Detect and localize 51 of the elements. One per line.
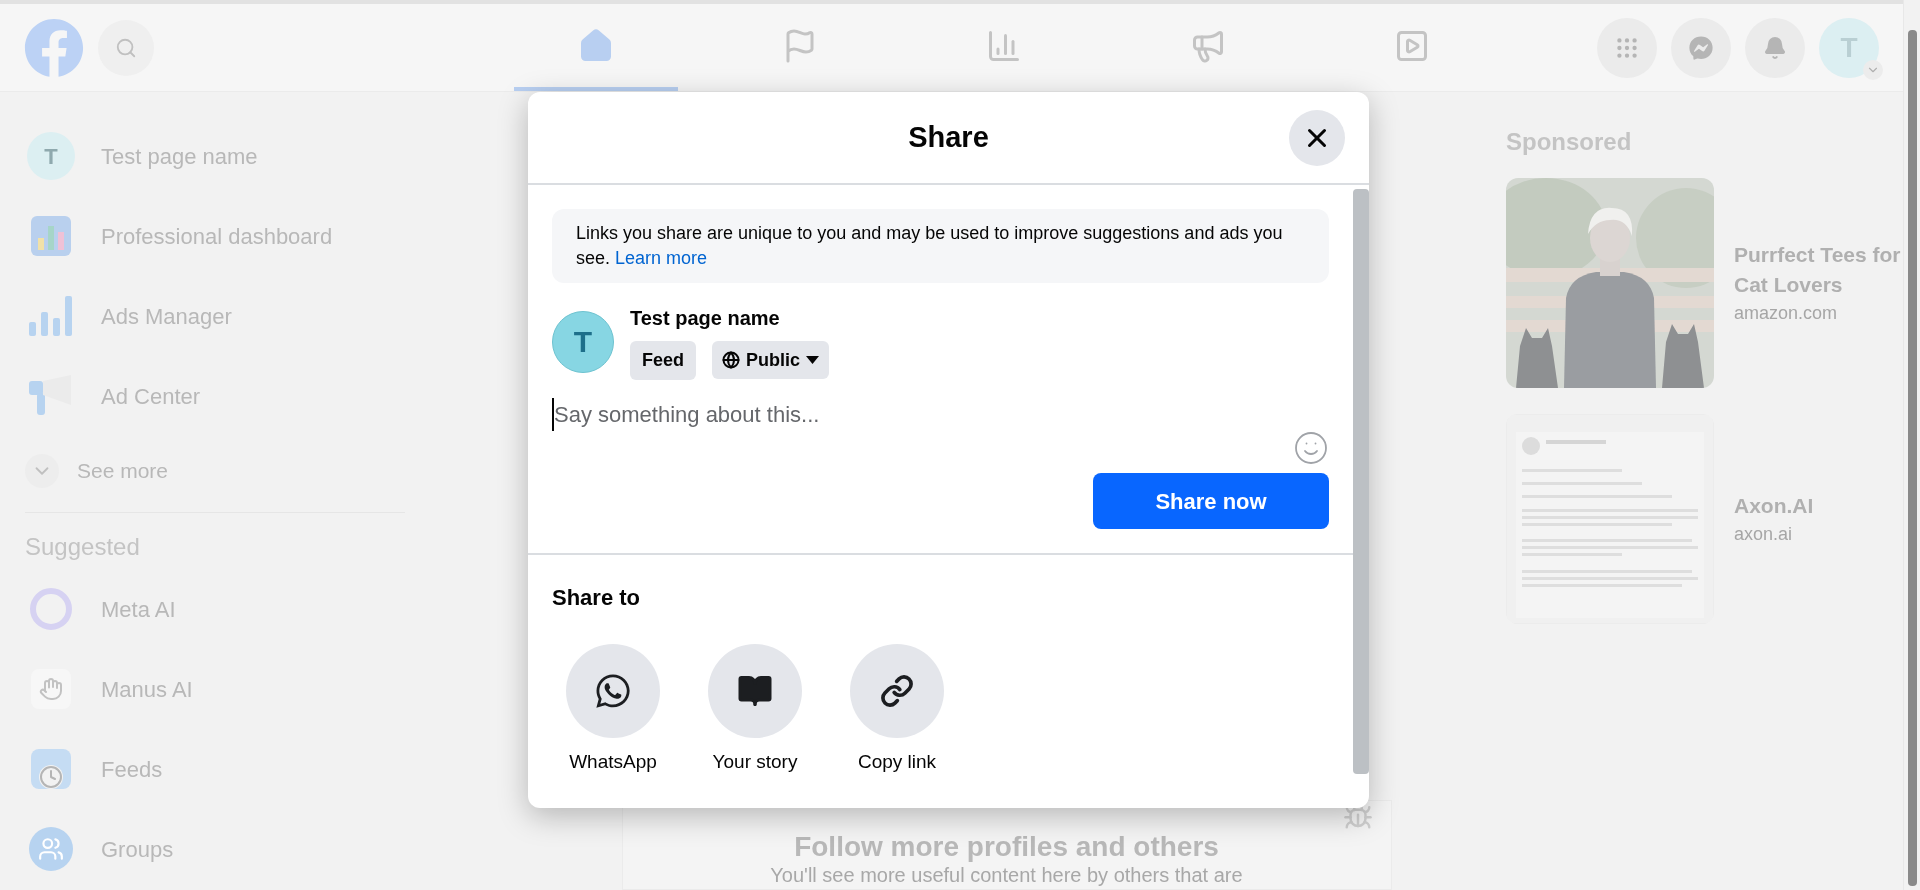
emoji-icon[interactable] <box>1293 430 1329 466</box>
page-avatar: T <box>552 310 614 373</box>
home-icon <box>578 27 614 64</box>
sidebar-item[interactable]: Meta AI <box>0 569 520 649</box>
see-more-button[interactable]: See more <box>0 436 520 506</box>
facebook-logo-icon[interactable] <box>24 17 84 78</box>
ad-item[interactable]: Axon.AI axon.ai <box>1506 414 1903 624</box>
caret-icon <box>806 356 820 364</box>
ad-domain: axon.ai <box>1734 522 1794 546</box>
share-now-button[interactable]: Share now <box>1093 473 1329 529</box>
messenger-icon <box>1689 35 1713 60</box>
notifications-icon <box>1763 35 1787 60</box>
ad-item[interactable]: Purrfect Tees for Cat Lovers amazon.com <box>1506 178 1903 388</box>
close-button[interactable] <box>1289 110 1345 166</box>
scrollbar[interactable] <box>1903 0 1920 890</box>
globe-icon <box>722 351 740 369</box>
groups-icon <box>29 827 73 871</box>
ring-icon <box>30 588 72 630</box>
audience-button[interactable]: Public <box>712 341 830 379</box>
whatsapp-icon <box>594 672 632 710</box>
page-name: Test page name <box>630 306 781 331</box>
share-to-heading: Share to <box>552 584 642 612</box>
avatar-icon: T <box>27 132 75 180</box>
dialog-title: Share <box>908 119 989 155</box>
sidebar-item[interactable]: Professional dashboard <box>0 196 520 276</box>
chevron-icon <box>1863 59 1883 80</box>
sidebar-item[interactable]: T Test page name <box>0 116 520 196</box>
link-icon <box>880 674 914 708</box>
chevron-icon <box>25 454 59 488</box>
dashboard-icon <box>31 216 71 256</box>
ad-domain: amazon.com <box>1734 301 1839 325</box>
sidebar-item[interactable]: Feeds <box>0 729 520 809</box>
learn-more-link[interactable]: Learn more <box>615 248 708 268</box>
feed-subtitle: You'll see more useful content here by others that are <box>770 863 1243 887</box>
sidebar-item[interactable]: Manus AI <box>0 649 520 729</box>
sidebar-item[interactable]: Ads Manager <box>0 276 520 356</box>
search-icon <box>115 36 137 59</box>
hand-icon <box>31 669 71 709</box>
ad-title: Purrfect Tees for Cat Lovers <box>1734 241 1902 298</box>
sidebar-item[interactable]: Groups <box>0 809 520 889</box>
megaphone-icon <box>29 375 73 417</box>
destination-button[interactable]: Feed <box>630 341 696 380</box>
ad-title: Axon.AI <box>1734 492 1815 519</box>
sidebar-item[interactable]: Ad Center <box>0 356 520 436</box>
notice-text: Links you share are unique to you and may be used to improve suggestions and ads you see. Learn more <box>576 222 1284 270</box>
clock-icon <box>31 749 71 789</box>
comment-field[interactable]: Say something about this... <box>552 398 1329 468</box>
book-icon <box>737 673 773 709</box>
comment-input[interactable]: Say something about this... <box>552 398 1152 431</box>
bar-chart-icon <box>29 296 73 336</box>
feed-title: Follow more profiles and others <box>794 831 1219 863</box>
